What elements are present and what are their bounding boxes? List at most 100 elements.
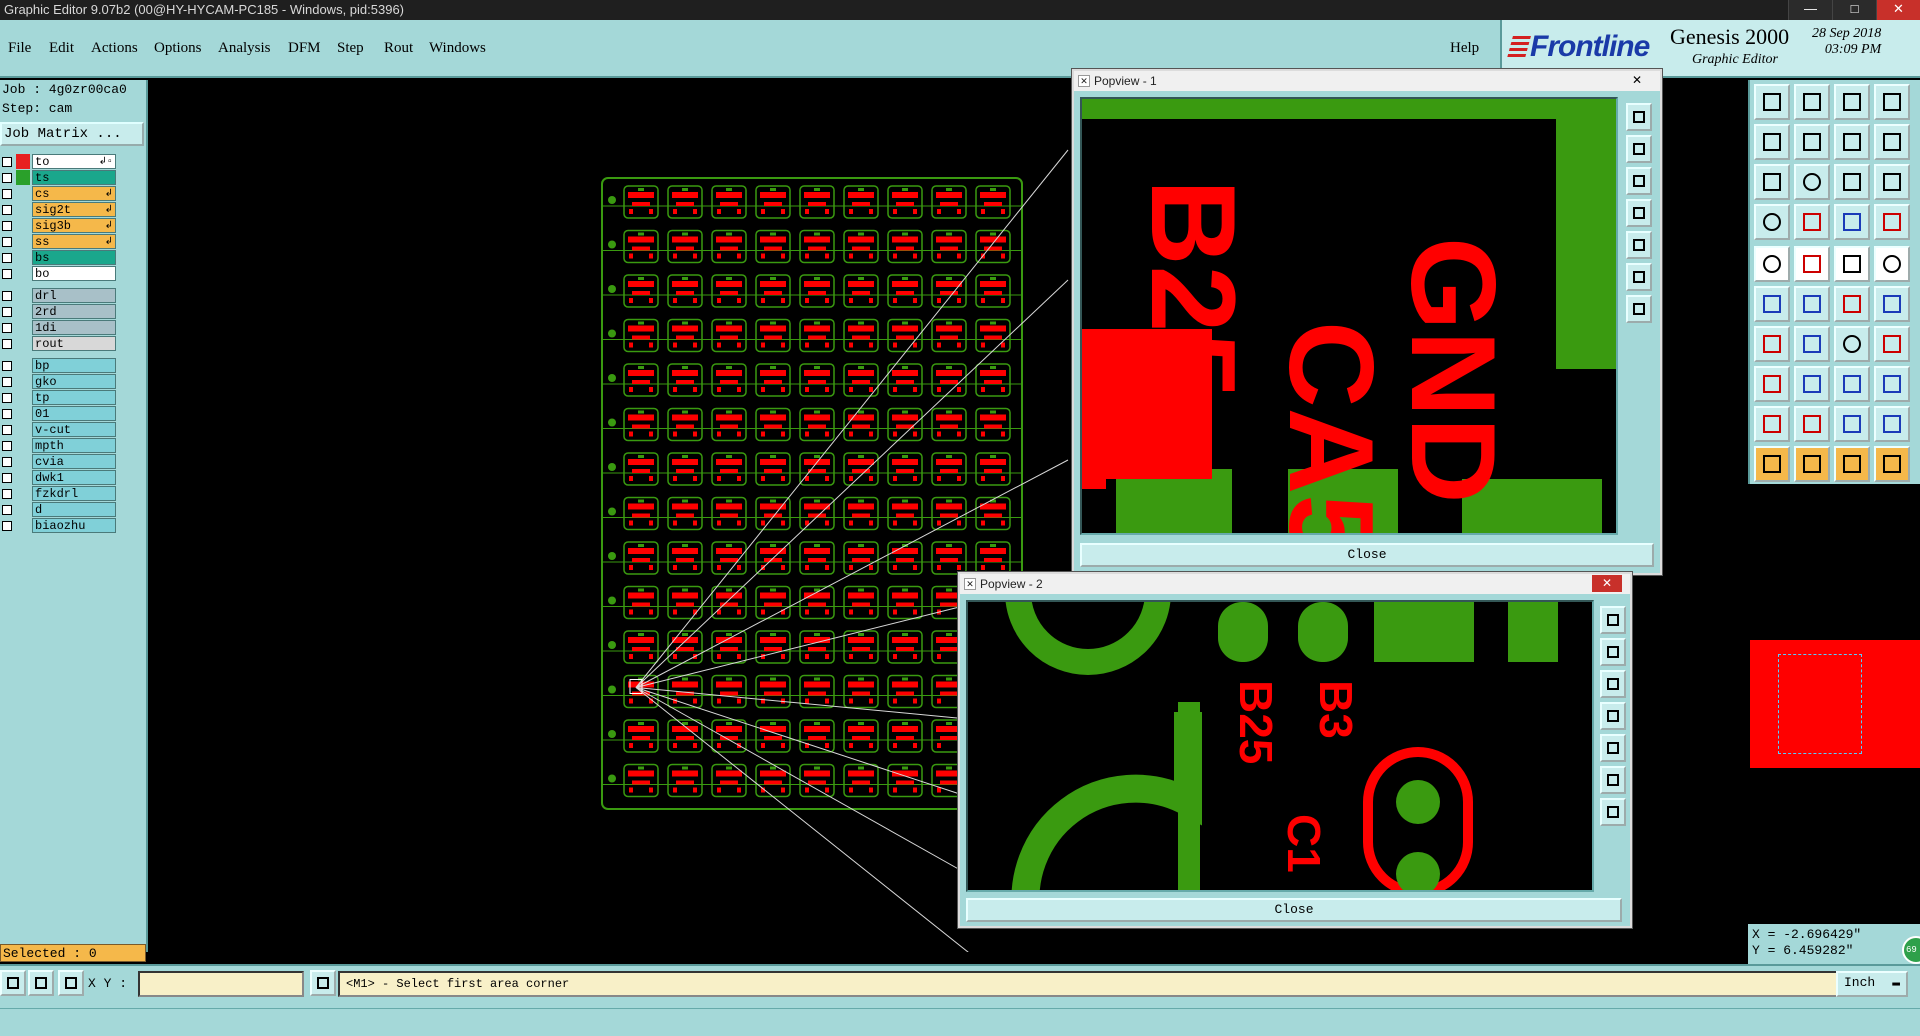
menu-help[interactable]: Help bbox=[1450, 40, 1479, 57]
layer-row[interactable]: 1di bbox=[0, 320, 120, 336]
layer-checkbox[interactable] bbox=[2, 441, 12, 451]
zoom-back-icon[interactable] bbox=[1874, 124, 1910, 160]
add-pad-icon[interactable] bbox=[1754, 246, 1790, 282]
layer-checkbox[interactable] bbox=[2, 253, 12, 263]
menu-dfm[interactable]: DFM bbox=[288, 40, 321, 57]
layer-row[interactable]: 2rd bbox=[0, 304, 120, 320]
layer-checkbox[interactable] bbox=[2, 521, 12, 531]
select-area-icon[interactable] bbox=[1874, 446, 1910, 482]
layer-checkbox[interactable] bbox=[2, 505, 12, 515]
minimize-button[interactable]: — bbox=[1788, 0, 1832, 20]
layer-row[interactable]: fzkdrl bbox=[0, 486, 120, 502]
popview-2-tool-2[interactable] bbox=[1600, 638, 1626, 666]
layer-checkbox[interactable] bbox=[2, 457, 12, 467]
popview-2-x-button[interactable]: ✕ bbox=[1592, 575, 1622, 592]
layer-checkbox[interactable] bbox=[2, 425, 12, 435]
menu-actions[interactable]: Actions bbox=[91, 40, 138, 57]
layer-name[interactable]: biaozhu bbox=[32, 518, 116, 533]
connect-icon[interactable] bbox=[1754, 286, 1790, 322]
measure-icon[interactable] bbox=[1754, 204, 1790, 240]
layer-row[interactable]: drl bbox=[0, 288, 120, 304]
popview-2-tool-1[interactable] bbox=[1600, 606, 1626, 634]
diagonal-icon[interactable] bbox=[1794, 326, 1830, 362]
measure-mode-icon[interactable] bbox=[28, 970, 54, 996]
layer-row[interactable]: bo bbox=[0, 266, 120, 282]
layer-row[interactable]: cs ↲ bbox=[0, 186, 120, 202]
layer-name[interactable]: sig3b ↲ bbox=[32, 218, 116, 233]
popview-1-tool-4[interactable] bbox=[1626, 199, 1652, 227]
menu-rout[interactable]: Rout bbox=[384, 40, 413, 57]
layer-name[interactable]: bp bbox=[32, 358, 116, 373]
popview-2-tool-3[interactable] bbox=[1600, 670, 1626, 698]
popview-2-view[interactable]: B25 B3 C1 bbox=[966, 600, 1594, 892]
layer-name[interactable]: cvia bbox=[32, 454, 116, 469]
layer-checkbox[interactable] bbox=[2, 307, 12, 317]
popview-2-tool-7[interactable] bbox=[1600, 798, 1626, 826]
units-select[interactable]: Inch ▬ bbox=[1836, 971, 1908, 997]
popview-2-tool-6[interactable] bbox=[1600, 766, 1626, 794]
pan-right-icon[interactable] bbox=[1794, 124, 1830, 160]
layer-name[interactable]: bs bbox=[32, 250, 116, 265]
layer-checkbox[interactable] bbox=[2, 393, 12, 403]
triangle-red-2-icon[interactable] bbox=[1794, 406, 1830, 442]
layer-checkbox[interactable] bbox=[2, 489, 12, 499]
layer-name[interactable]: fzkdrl bbox=[32, 486, 116, 501]
layer-name[interactable]: cs ↲ bbox=[32, 186, 116, 201]
layer-checkbox[interactable] bbox=[2, 361, 12, 371]
layer-checkbox[interactable] bbox=[2, 409, 12, 419]
line-2-icon[interactable] bbox=[1874, 286, 1910, 322]
grid-icon[interactable] bbox=[58, 970, 84, 996]
layer-name[interactable]: ss ↲ bbox=[32, 234, 116, 249]
popview-1-tool-3[interactable] bbox=[1626, 167, 1652, 195]
select-pointer-icon[interactable] bbox=[1754, 446, 1790, 482]
popview-1-x-button[interactable]: ✕ bbox=[1622, 72, 1652, 89]
layer-color-swatch[interactable] bbox=[16, 170, 30, 185]
layer-name[interactable]: dwk1 bbox=[32, 470, 116, 485]
layer-checkbox[interactable] bbox=[2, 291, 12, 301]
layer-checkbox[interactable] bbox=[2, 205, 12, 215]
menu-options[interactable]: Options bbox=[154, 40, 202, 57]
layer-name[interactable]: 1di bbox=[32, 320, 116, 335]
popview-2-close-button[interactable]: Close bbox=[966, 898, 1622, 922]
notification-bubble[interactable]: 69 bbox=[1902, 936, 1920, 964]
layer-name[interactable]: gko bbox=[32, 374, 116, 389]
redraw-icon[interactable] bbox=[1874, 84, 1910, 120]
warning-icon[interactable] bbox=[310, 970, 336, 996]
triangle-blue-2-icon[interactable] bbox=[1874, 406, 1910, 442]
snap-mode-icon[interactable] bbox=[0, 970, 26, 996]
layer-row[interactable]: sig3b ↲ bbox=[0, 218, 120, 234]
move-icon[interactable] bbox=[1754, 366, 1790, 402]
layer-checkbox[interactable] bbox=[2, 377, 12, 387]
layer-row[interactable]: ts bbox=[0, 170, 120, 186]
layer-checkbox[interactable] bbox=[2, 189, 12, 199]
layer-name[interactable]: to ↲▫ bbox=[32, 154, 116, 169]
popview-1-tool-5[interactable] bbox=[1626, 231, 1652, 259]
menu-analysis[interactable]: Analysis bbox=[218, 40, 271, 57]
layer-row[interactable]: rout bbox=[0, 336, 120, 352]
popview-1-tool-7[interactable] bbox=[1626, 295, 1652, 323]
angle-line-icon[interactable] bbox=[1754, 326, 1790, 362]
layer-name[interactable]: rout bbox=[32, 336, 116, 351]
popview-1-tool-1[interactable] bbox=[1626, 103, 1652, 131]
ruler-icon[interactable] bbox=[1834, 246, 1870, 282]
layer-color-swatch[interactable] bbox=[16, 154, 30, 169]
layer-row[interactable]: mpth bbox=[0, 438, 120, 454]
help-icon[interactable] bbox=[1874, 164, 1910, 200]
horizontal-line-icon[interactable] bbox=[1794, 366, 1830, 402]
layer-name[interactable]: sig2t ↲ bbox=[32, 202, 116, 217]
layer-name[interactable]: 2rd bbox=[32, 304, 116, 319]
layer-name[interactable]: d bbox=[32, 502, 116, 517]
mirror-icon[interactable] bbox=[1874, 326, 1910, 362]
layer-row[interactable]: sig2t ↲ bbox=[0, 202, 120, 218]
layer-row[interactable]: dwk1 bbox=[0, 470, 120, 486]
triangle-blue-icon[interactable] bbox=[1834, 406, 1870, 442]
cross-icon[interactable] bbox=[1794, 286, 1830, 322]
layer-checkbox[interactable] bbox=[2, 473, 12, 483]
layer-name[interactable]: 01 bbox=[32, 406, 116, 421]
popview-2-tool-5[interactable] bbox=[1600, 734, 1626, 762]
layer-row[interactable]: to ↲▫ bbox=[0, 154, 120, 170]
layer-row[interactable]: tp bbox=[0, 390, 120, 406]
layer-name[interactable]: bo bbox=[32, 266, 116, 281]
scale-1to2-icon[interactable] bbox=[1834, 164, 1870, 200]
line-icon[interactable] bbox=[1834, 286, 1870, 322]
